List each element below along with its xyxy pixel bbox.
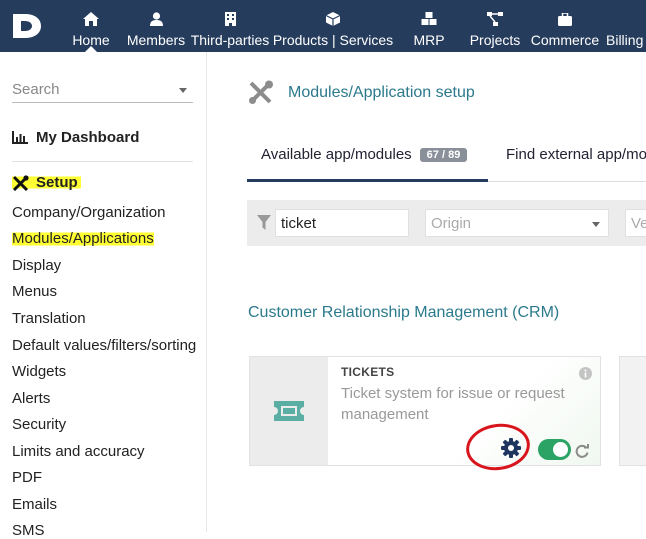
tabs: Available app/modules 67 / 89 Find extern… <box>247 132 646 182</box>
nav-billing-label: Billing <box>606 32 644 48</box>
tab-find-external[interactable]: Find external app/mod <box>506 146 646 163</box>
nav-mrp-label: MRP <box>413 32 445 48</box>
origin-select[interactable]: Origin <box>425 209 609 237</box>
nav-commerce-label: Commerce <box>530 32 600 48</box>
tab-find-external-label: Find external app/mod <box>506 146 646 163</box>
sidebar-item-widgets[interactable]: Widgets <box>12 363 66 380</box>
sidebar-item-security[interactable]: Security <box>12 416 66 433</box>
refresh-icon[interactable] <box>575 444 589 458</box>
sidebar-item-default-values[interactable]: Default values/filters/sorting <box>12 337 196 354</box>
module-card: TICKETS Ticket system for issue or reque… <box>249 356 601 466</box>
sidebar-search-select[interactable]: Search <box>12 79 193 103</box>
top-navbar: Home Members Third-parties Products | Se… <box>0 0 646 52</box>
module-description: Ticket system for issue or request manag… <box>341 385 565 423</box>
tab-available-label: Available app/modules <box>261 146 412 163</box>
page-title: Modules/Application setup <box>248 80 475 105</box>
building-icon <box>224 11 236 27</box>
module-card-partial <box>619 356 646 466</box>
tools-icon <box>12 174 29 191</box>
sidebar-setup[interactable]: Setup <box>12 174 81 191</box>
chevron-down-icon <box>179 88 187 93</box>
sidebar-item-emails[interactable]: Emails <box>12 496 57 513</box>
origin-placeholder: Origin <box>431 215 472 232</box>
nav-third-parties-label: Third-parties <box>190 32 270 48</box>
nav-third-parties[interactable]: Third-parties <box>191 0 269 52</box>
billing-icon <box>606 11 646 27</box>
nav-mrp[interactable]: MRP <box>408 0 450 52</box>
cube-icon <box>326 11 340 27</box>
nav-commerce[interactable]: Commerce <box>530 0 600 52</box>
filter-icon <box>257 215 271 230</box>
setup-label: Setup <box>36 174 78 191</box>
active-tab-indicator <box>247 179 488 182</box>
nav-billing[interactable]: Billing <box>606 0 646 52</box>
sidebar-my-dashboard[interactable]: My Dashboard <box>12 129 139 146</box>
module-enable-toggle[interactable] <box>538 439 571 460</box>
nav-products-services-label: Products | Services <box>272 32 394 48</box>
suitcase-icon <box>558 11 572 27</box>
tab-divider <box>488 181 646 182</box>
sidebar-item-alerts[interactable]: Alerts <box>12 390 50 407</box>
module-name: TICKETS <box>341 365 395 379</box>
user-icon <box>149 11 163 27</box>
sidebar-item-company[interactable]: Company/Organization <box>12 204 165 221</box>
search-placeholder: Search <box>12 81 60 98</box>
nav-projects-label: Projects <box>469 32 521 48</box>
sidebar: Search My Dashboard Setup Company/Organi… <box>0 52 207 539</box>
home-icon <box>83 11 99 27</box>
main-content: Modules/Application setup Available app/… <box>208 52 646 532</box>
sidebar-item-menus[interactable]: Menus <box>12 283 57 300</box>
filter-bar: ticket Origin Ve <box>247 200 646 246</box>
search-input[interactable]: ticket <box>275 209 409 237</box>
project-diagram-icon <box>487 11 503 27</box>
chart-bar-icon <box>12 131 28 144</box>
nav-home[interactable]: Home <box>72 0 110 52</box>
sidebar-item-pdf[interactable]: PDF <box>12 469 42 486</box>
sidebar-item-translation[interactable]: Translation <box>12 310 86 327</box>
nav-members[interactable]: Members <box>127 0 185 52</box>
tab-available-modules[interactable]: Available app/modules 67 / 89 <box>261 146 468 163</box>
sidebar-item-display[interactable]: Display <box>12 257 61 274</box>
sidebar-divider <box>12 161 193 162</box>
sidebar-item-modules[interactable]: Modules/Applications <box>12 230 154 247</box>
sidebar-item-limits[interactable]: Limits and accuracy <box>12 443 145 460</box>
info-icon[interactable] <box>579 367 592 380</box>
count-badge: 67 / 89 <box>419 148 468 162</box>
page-title-text: Modules/Application setup <box>288 83 475 101</box>
tools-icon <box>249 80 273 104</box>
nav-products-services[interactable]: Products | Services <box>272 0 394 52</box>
sidebar-item-sms[interactable]: SMS <box>12 522 45 539</box>
nav-members-label: Members <box>126 32 186 48</box>
section-title: Customer Relationship Management (CRM) <box>248 304 560 321</box>
chevron-down-icon <box>592 222 600 227</box>
nav-home-label: Home <box>72 32 110 48</box>
dolibarr-logo[interactable] <box>10 10 44 42</box>
module-icon-panel <box>250 357 328 465</box>
dashboard-label: My Dashboard <box>36 129 140 146</box>
cubes-icon <box>421 11 437 27</box>
nav-projects[interactable]: Projects <box>470 0 520 52</box>
third-filter-select[interactable]: Ve <box>625 209 646 237</box>
ticket-icon <box>274 401 304 421</box>
